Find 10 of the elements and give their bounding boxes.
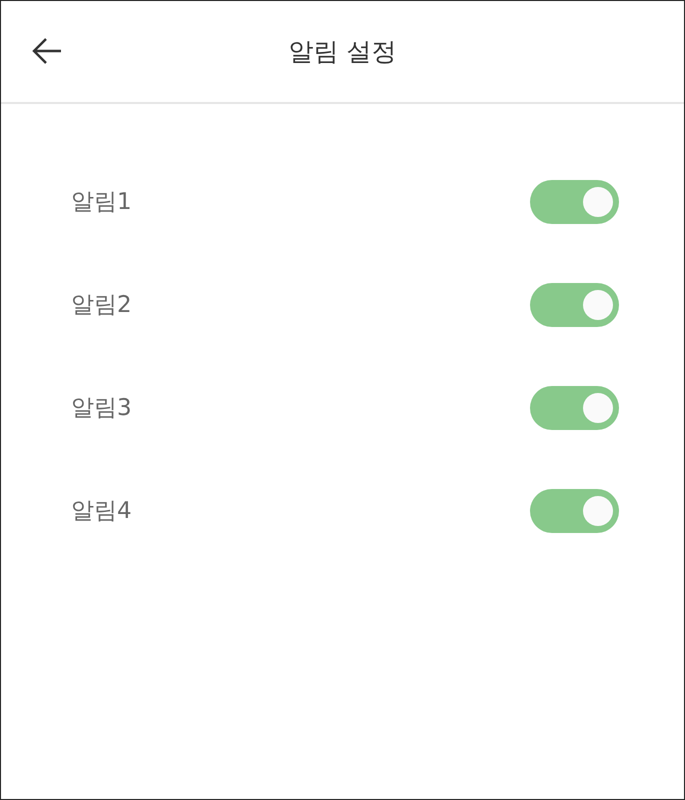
back-arrow-icon[interactable] <box>31 37 63 65</box>
screen-title: 알림 설정 <box>288 36 396 68</box>
toggle-switch[interactable] <box>530 488 619 532</box>
setting-label: 알림4 <box>71 497 132 526</box>
toggle-switch[interactable] <box>530 386 619 430</box>
toggle-switch[interactable] <box>530 180 619 224</box>
setting-label: 알림1 <box>71 188 132 217</box>
setting-label: 알림2 <box>71 291 132 320</box>
toggle-switch[interactable] <box>530 282 619 326</box>
setting-label: 알림3 <box>71 394 132 423</box>
